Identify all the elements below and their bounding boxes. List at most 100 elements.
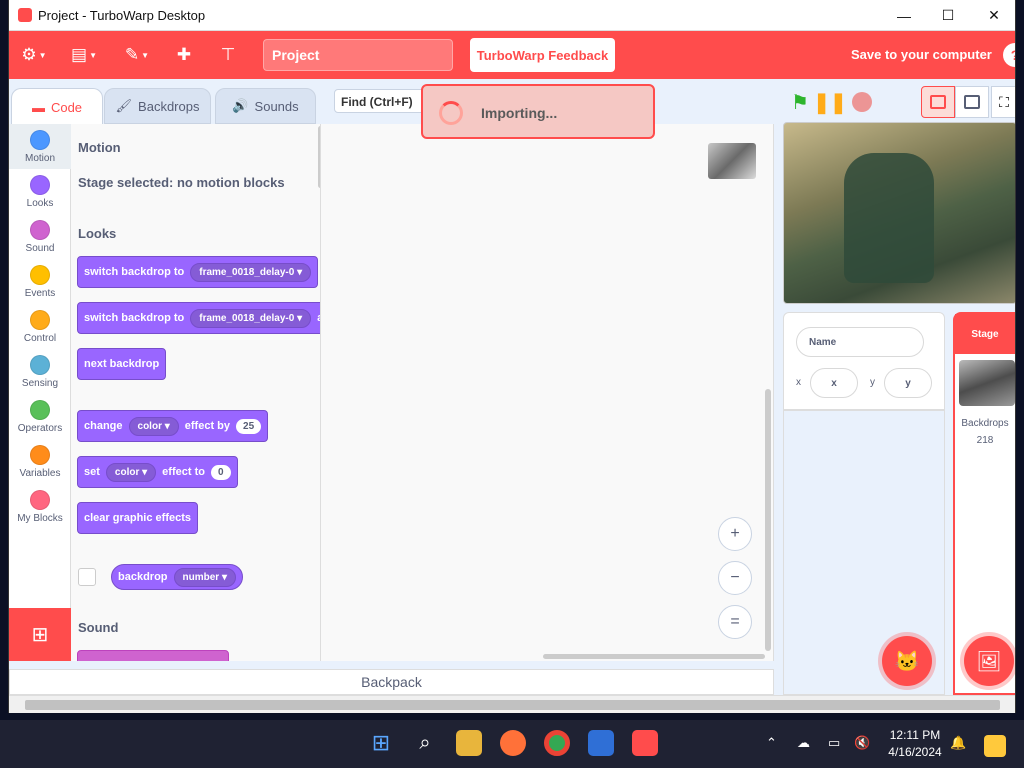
zoom-reset-button[interactable]: = — [718, 605, 752, 639]
sprite-name-input[interactable]: Name — [796, 327, 924, 357]
backdrop-monitor-checkbox[interactable] — [78, 568, 96, 586]
effect-amount-input[interactable]: 25 — [236, 418, 262, 434]
tab-sounds-label: Sounds — [254, 98, 299, 114]
category-label: Control — [23, 333, 57, 344]
pause-button[interactable]: ❚❚ — [813, 86, 847, 118]
category-variables[interactable]: Variables — [9, 439, 71, 484]
stop-button[interactable] — [851, 86, 873, 118]
effect-dropdown[interactable]: color ▾ — [105, 462, 157, 482]
change-effect-block[interactable]: change color ▾ effect by 25 — [77, 410, 269, 442]
cloud-offline-icon[interactable]: ☁ — [797, 735, 810, 751]
block-label: change — [84, 420, 123, 432]
firefox-icon[interactable] — [500, 730, 526, 756]
category-label: My Blocks — [17, 513, 63, 524]
workspace-vertical-scrollbar[interactable] — [765, 389, 771, 651]
clock-time: 12:11 PM — [889, 728, 941, 742]
minimize-button[interactable]: — — [881, 0, 927, 31]
next-backdrop-block[interactable]: next backdrop — [77, 348, 167, 380]
backdrop-dropdown[interactable]: frame_0018_delay-0 ▾ — [190, 308, 312, 328]
help-button[interactable]: ? — [1003, 43, 1015, 67]
y-label: y — [870, 377, 875, 388]
turbowarp-menu-button[interactable]: ⊤ — [213, 41, 243, 69]
green-flag-button[interactable]: ⚑ — [789, 86, 811, 118]
backdrop-reporter-block[interactable]: backdrop number ▾ — [111, 564, 243, 590]
zoom-in-button[interactable]: + — [718, 517, 752, 551]
sprite-x-input[interactable]: x — [810, 368, 858, 398]
add-backdrop-button[interactable]: 🖼 — [964, 636, 1014, 686]
turbowarp-taskbar-icon[interactable] — [632, 730, 658, 756]
app-icon[interactable] — [588, 730, 614, 756]
edit-menu-button[interactable]: ✎ ▼ — [122, 41, 152, 69]
display-icon[interactable]: ▭ — [828, 735, 840, 751]
speaker-muted-icon[interactable]: 🔇 — [854, 735, 870, 751]
fullscreen-button[interactable]: ⛶ — [991, 86, 1015, 118]
clear-graphic-effects-block[interactable]: clear graphic effects — [77, 502, 198, 534]
add-extension-button[interactable]: ⊞ — [9, 608, 71, 661]
category-events[interactable]: Events — [9, 259, 71, 304]
turbowarp-app-icon — [18, 8, 32, 22]
operators-category-icon — [30, 400, 50, 420]
category-sensing[interactable]: Sensing — [9, 349, 71, 394]
maximize-button[interactable]: ☐ — [925, 0, 971, 31]
category-looks[interactable]: Looks — [9, 169, 71, 214]
save-to-computer-button[interactable]: Save to your computer — [851, 47, 992, 62]
notification-bell-icon[interactable]: 🔔 — [950, 735, 966, 751]
set-effect-block[interactable]: set color ▾ effect to 0 — [77, 456, 238, 488]
switch-backdrop-and-wait-block[interactable]: switch backdrop to frame_0018_delay-0 ▾ … — [77, 302, 320, 334]
addons-button[interactable]: ✚ — [169, 41, 199, 69]
chrome-icon[interactable] — [544, 730, 570, 756]
category-operators[interactable]: Operators — [9, 394, 71, 439]
x-label: x — [796, 377, 801, 388]
close-button[interactable]: ✕ — [971, 0, 1015, 31]
window-horizontal-scrollbar[interactable] — [9, 695, 1015, 713]
file-menu-button[interactable]: ▤ ▼ — [69, 41, 99, 69]
settings-menu-button[interactable]: ⚙ ▼ — [19, 41, 49, 69]
category-label: Variables — [19, 468, 61, 479]
clock-date: 4/16/2024 — [888, 745, 942, 759]
effect-dropdown[interactable]: color ▾ — [128, 416, 179, 436]
copilot-icon[interactable] — [984, 735, 1006, 757]
sprite-thumbnail — [708, 143, 756, 179]
add-sprite-button[interactable]: 🐱 — [882, 636, 932, 686]
feedback-button[interactable]: TurboWarp Feedback — [470, 38, 615, 72]
zoom-out-button[interactable]: − — [718, 561, 752, 595]
search-icon[interactable]: ⌕ — [412, 730, 438, 756]
code-workspace[interactable]: + − = — [321, 124, 774, 661]
small-stage-button[interactable] — [921, 86, 955, 118]
switch-backdrop-block[interactable]: switch backdrop to frame_0018_delay-0 ▾ — [77, 256, 319, 288]
sound-block-partial[interactable] — [77, 650, 229, 661]
workspace-horizontal-scrollbar[interactable] — [543, 654, 765, 659]
variables-category-icon — [30, 445, 50, 465]
windows-start-icon[interactable]: ⊞ — [368, 730, 394, 756]
category-motion[interactable]: Motion — [9, 124, 71, 169]
sound-section-title: Sound — [78, 620, 119, 635]
block-label: next backdrop — [84, 358, 160, 370]
category-label: Sound — [25, 243, 55, 254]
puzzle-icon: ✚ — [176, 45, 192, 64]
file-explorer-icon[interactable] — [456, 730, 482, 756]
zoom-out-icon: − — [730, 569, 740, 586]
sprite-y-input[interactable]: y — [884, 368, 932, 398]
chevron-up-icon[interactable]: ⌃ — [766, 735, 777, 751]
stage-header: Stage — [955, 314, 1015, 354]
stage-canvas[interactable] — [783, 122, 1015, 304]
backpack-header[interactable]: Backpack — [9, 669, 774, 695]
tab-sounds[interactable]: 🔊 Sounds — [215, 88, 316, 124]
taskbar-clock[interactable]: 12:11 PM 4/16/2024 — [880, 727, 950, 761]
large-stage-button[interactable] — [955, 86, 989, 118]
stop-icon — [852, 92, 872, 112]
effect-value-input[interactable]: 0 — [210, 464, 231, 480]
scrollbar-thumb[interactable] — [25, 700, 1000, 710]
project-title-input[interactable]: Project — [263, 39, 453, 71]
tab-code[interactable]: ▬ Code — [11, 88, 103, 126]
category-control[interactable]: Control — [9, 304, 71, 349]
dropdown-value: frame_0018_delay-0 — [199, 266, 295, 278]
category-label: Sensing — [21, 378, 59, 389]
backdrop-property-dropdown[interactable]: number ▾ — [173, 567, 236, 587]
dropdown-value: frame_0018_delay-0 — [199, 312, 295, 324]
find-button[interactable]: Find (Ctrl+F) — [334, 89, 429, 113]
category-my-blocks[interactable]: My Blocks — [9, 484, 71, 529]
backdrop-dropdown[interactable]: frame_0018_delay-0 ▾ — [190, 262, 312, 282]
category-sound[interactable]: Sound — [9, 214, 71, 259]
tab-backdrops[interactable]: 🖌 Backdrops — [104, 88, 211, 124]
